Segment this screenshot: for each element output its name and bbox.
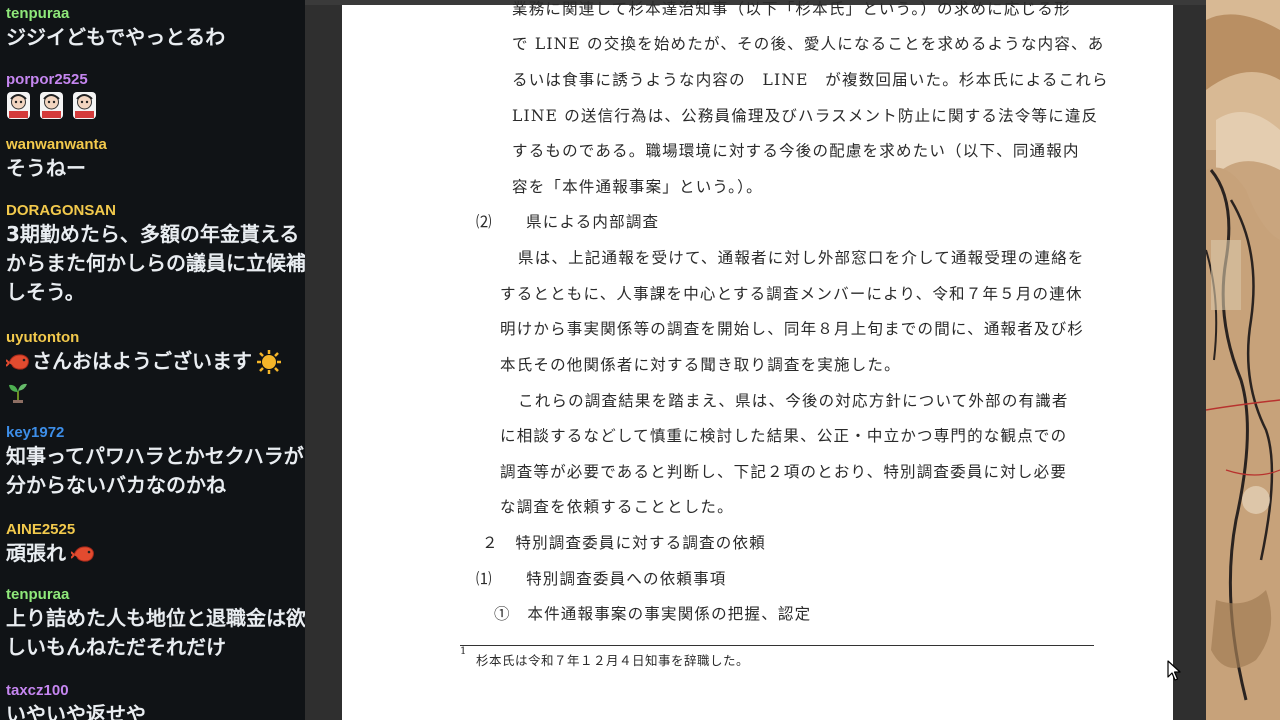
doc-line: するとともに、人事課を中心とする調査メンバーにより、令和７年５月の連休 — [500, 285, 1083, 303]
chat-username[interactable]: key1972 — [6, 423, 305, 442]
mouse-cursor-icon — [1167, 660, 1181, 682]
face-stamp-icon — [39, 91, 64, 120]
chat-username[interactable]: wanwanwanta — [6, 135, 305, 154]
chat-message: tenpuraa 上り詰めた人も地位と退職金は欲しいもんねただそれだけ — [0, 585, 305, 662]
shrimp-icon — [70, 543, 97, 569]
doc-line: な調査を依頼することとした。 — [500, 498, 734, 516]
chat-text: 知事ってパワハラとかセクハラが分からないバカなのかね — [6, 444, 304, 497]
doc-line: 明けから事実関係等の調査を開始し、同年８月上旬までの間に、通報者及び杉 — [500, 320, 1085, 338]
doc-line: 容を「本件通報事案」という。）。 — [512, 178, 763, 196]
chat-text: いやいや返せや — [6, 702, 146, 720]
background-artwork — [1206, 0, 1280, 720]
chat-text: さんおはようございます — [32, 349, 252, 373]
chat-message: porpor2525 — [0, 70, 100, 123]
doc-line: LINE の送信行為は、公務員倫理及びハラスメント防止に関する法令等に違反 — [512, 107, 1099, 125]
chat-username[interactable]: DORAGONSAN — [6, 201, 305, 220]
doc-line: ① 本件通報事案の事実関係の把握、認定 — [494, 605, 812, 623]
chat-username[interactable]: tenpuraa — [6, 585, 305, 604]
chat-message: wanwanwanta そうねー — [0, 135, 305, 183]
doc-line: 業務に関連して杉本達治知事（以下「杉本氏」という。）の求めに応じる形 — [512, 0, 1071, 18]
chat-message: AINE2525 頑張れ — [0, 520, 97, 569]
chat-text: 上り詰めた人も地位と退職金は欲しいもんねただそれだけ — [6, 606, 305, 659]
chat-message: tenpuraa ジジイどもでやっとるわ — [0, 4, 305, 52]
face-stamp-icon — [72, 91, 97, 120]
chat-message: taxcz100 いやいや返せや — [0, 681, 305, 720]
chat-message: uyutonton さんおはようございます — [0, 328, 305, 408]
footnote-text: 杉本氏は令和７年１２月４日知事を辞職した。 — [476, 653, 750, 668]
chat-username[interactable]: uyutonton — [6, 328, 305, 347]
document-page[interactable]: 業務に関連して杉本達治知事（以下「杉本氏」という。）の求めに応じる形 で LIN… — [342, 0, 1181, 720]
footnote-mark: 1 — [460, 646, 468, 657]
sun-icon — [257, 349, 282, 378]
section-heading: ２ 特別調査委員に対する調査の依頼 — [482, 534, 766, 552]
doc-line: 本氏その他関係者に対する聞き取り調査を実施した。 — [500, 356, 901, 374]
chat-username[interactable]: taxcz100 — [6, 681, 305, 700]
chat-text: そうねー — [6, 156, 86, 180]
chat-message: DORAGONSAN 3期勤めたら、多額の年金貰えるからまた何かしらの議員に立候… — [0, 201, 305, 307]
chat-message: key1972 知事ってパワハラとかセクハラが分からないバカなのかね — [0, 423, 305, 500]
section-heading: ⑴ 特別調査委員への依頼事項 — [476, 570, 727, 588]
doc-line: 県は、上記通報を受けて、通報者に対し外部窓口を介して通報受理の連絡を — [518, 249, 1085, 267]
chat-text: 3期勤めたら、多額の年金貰えるからまた何かしらの議員に立候補しそう。 — [6, 222, 305, 304]
chat-panel[interactable]: tenpuraa ジジイどもでやっとるわ porpor2525 wanwanwa… — [0, 0, 305, 720]
chat-username[interactable]: porpor2525 — [6, 70, 100, 89]
doc-line: するものである。職場環境に対する今後の配慮を求めたい（以下、同通報内 — [512, 142, 1080, 160]
pdf-viewer[interactable]: 業務に関連して杉本達治知事（以下「杉本氏」という。）の求めに応じる形 で LIN… — [305, 0, 1206, 720]
doc-line: で LINE の交換を始めたが、その後、愛人になることを求めるような内容、あ — [512, 35, 1105, 53]
sprout-icon — [6, 380, 30, 408]
footnote-divider — [460, 645, 1094, 646]
shrimp-icon — [5, 351, 32, 377]
chat-username[interactable]: AINE2525 — [6, 520, 97, 539]
doc-line: に相談するなどして慎重に検討した結果、公正・中立かつ専門的な観点での — [500, 427, 1068, 445]
chat-username[interactable]: tenpuraa — [6, 4, 305, 23]
doc-line: るいは食事に誘うような内容の LINE が複数回届いた。杉本氏によるこれら — [512, 71, 1109, 89]
chat-text: ジジイどもでやっとるわ — [6, 25, 226, 49]
chat-text: 頑張れ — [6, 541, 66, 565]
section-heading: ⑵ 県による内部調査 — [476, 213, 660, 231]
doc-line: 調査等が必要であると判断し、下記２項のとおり、特別調査委員に対し必要 — [500, 463, 1068, 481]
doc-line: これらの調査結果を踏まえ、県は、今後の対応方針について外部の有識者 — [518, 392, 1069, 410]
face-stamp-icon — [6, 91, 31, 120]
